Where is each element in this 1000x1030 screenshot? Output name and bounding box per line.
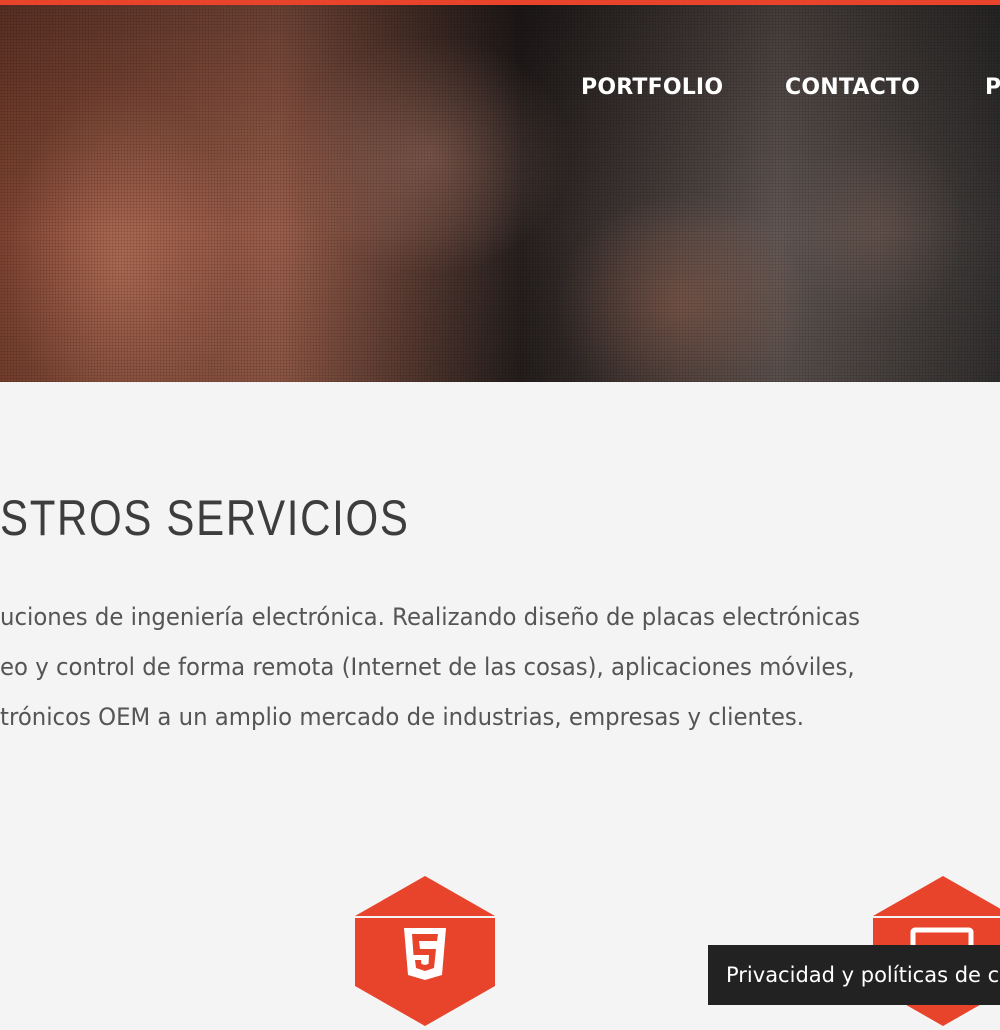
description-line: uciones de ingeniería electrónica. Reali…: [0, 603, 861, 631]
description-line: trónicos OEM a un amplio mercado de indu…: [0, 703, 805, 731]
main-nav: PORTFOLIO CONTACTO P: [0, 71, 1000, 105]
service-card-html5[interactable]: [355, 876, 495, 1026]
services-title: STROS SERVICIOS: [0, 490, 410, 546]
hexagon-badge: [355, 876, 495, 1026]
nav-link-truncated[interactable]: P: [985, 71, 1000, 105]
description-line: eo y control de forma remota (Internet d…: [0, 653, 855, 681]
hero-banner: PORTFOLIO CONTACTO P: [0, 5, 1000, 382]
nav-link-contacto[interactable]: CONTACTO: [785, 71, 920, 105]
services-description: uciones de ingeniería electrónica. Reali…: [0, 592, 1000, 742]
hero-dot-pattern: [0, 5, 1000, 382]
nav-link-portfolio[interactable]: PORTFOLIO: [581, 71, 723, 105]
html5-icon: [404, 928, 446, 980]
cookie-notice-text: Privacidad y políticas de c: [726, 963, 1000, 987]
cookie-notice-bar[interactable]: Privacidad y políticas de c: [708, 945, 1000, 1005]
